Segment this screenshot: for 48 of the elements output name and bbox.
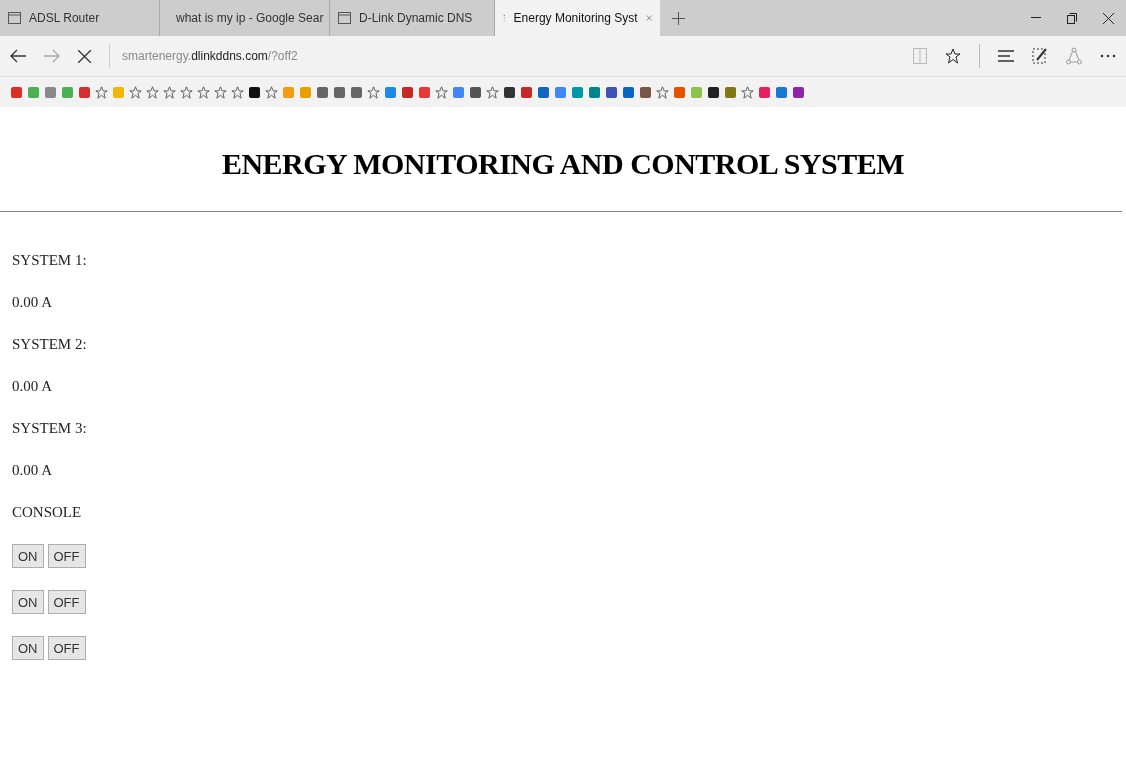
bookmark-icon[interactable] bbox=[469, 85, 482, 99]
star-icon[interactable] bbox=[163, 85, 176, 99]
bookmark-icon[interactable] bbox=[503, 85, 516, 99]
page-title: ENERGY MONITORING AND CONTROL SYSTEM bbox=[220, 147, 906, 181]
bookmark-icon[interactable] bbox=[605, 85, 618, 99]
text-line: 0.00 A bbox=[12, 293, 52, 312]
text-line: CONSOLE bbox=[12, 503, 82, 522]
more-icon[interactable] bbox=[1100, 54, 1116, 58]
bookmark-icon[interactable] bbox=[248, 85, 261, 99]
toggle-button[interactable]: ON bbox=[12, 590, 44, 614]
stop-icon[interactable] bbox=[78, 49, 91, 63]
close-icon[interactable] bbox=[1102, 12, 1114, 24]
star-icon[interactable] bbox=[146, 85, 159, 99]
star-icon[interactable] bbox=[180, 85, 193, 99]
toggle-button[interactable]: OFF bbox=[47, 590, 86, 614]
star-icon[interactable] bbox=[741, 85, 754, 99]
bookmark-icon[interactable] bbox=[792, 85, 805, 99]
hub-icon[interactable] bbox=[998, 50, 1014, 62]
text-line: 0.00 A bbox=[12, 377, 52, 396]
star-icon[interactable] bbox=[95, 85, 108, 99]
star-icon[interactable] bbox=[129, 85, 142, 99]
star-icon[interactable] bbox=[197, 85, 210, 99]
text-line: SYSTEM 1: bbox=[12, 251, 87, 270]
page-icon bbox=[338, 12, 351, 24]
star-icon[interactable] bbox=[945, 48, 961, 64]
toggle-button[interactable]: ON bbox=[12, 636, 44, 660]
text-line: SYSTEM 2: bbox=[12, 335, 87, 354]
browser-tab[interactable]: Energy Monitoring Syst bbox=[495, 0, 660, 36]
restore-icon[interactable] bbox=[1067, 12, 1077, 24]
text-line: 0.00 A bbox=[12, 461, 52, 480]
page-icon bbox=[8, 12, 21, 24]
back-icon[interactable] bbox=[10, 49, 26, 63]
star-icon[interactable] bbox=[214, 85, 227, 99]
star-icon[interactable] bbox=[231, 85, 244, 99]
star-icon[interactable] bbox=[656, 85, 669, 99]
text-line: SYSTEM 3: bbox=[12, 419, 87, 438]
toggle-button[interactable]: ON bbox=[12, 544, 44, 568]
star-icon[interactable] bbox=[486, 85, 499, 99]
toggle-button[interactable]: OFF bbox=[47, 636, 86, 660]
star-icon[interactable] bbox=[435, 85, 448, 99]
plus-icon[interactable] bbox=[671, 11, 685, 25]
star-icon[interactable] bbox=[265, 85, 278, 99]
minimize-icon[interactable] bbox=[1031, 17, 1041, 19]
note-pen-icon[interactable] bbox=[1032, 47, 1048, 65]
bookmark-icon[interactable] bbox=[707, 85, 720, 99]
toggle-button[interactable]: OFF bbox=[47, 544, 86, 568]
loading-icon bbox=[503, 12, 506, 24]
star-icon[interactable] bbox=[367, 85, 380, 99]
